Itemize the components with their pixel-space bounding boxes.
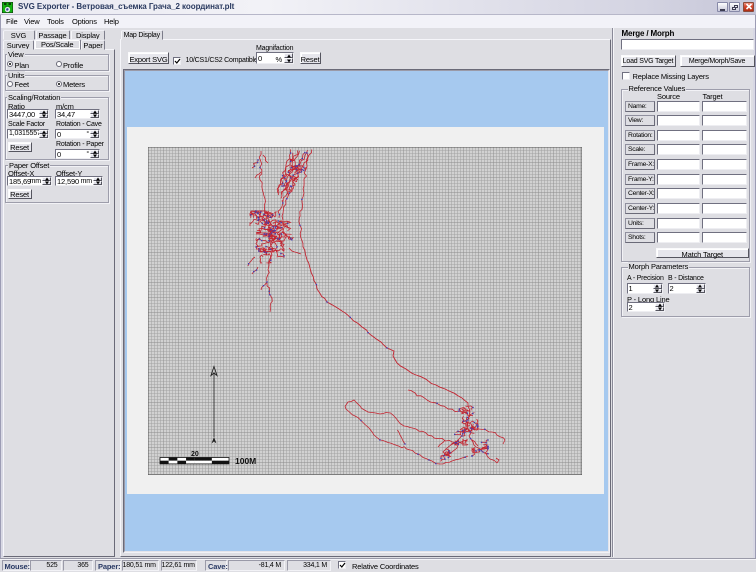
svg-text:20: 20 (191, 451, 199, 458)
svg-text:100M: 100M (235, 456, 256, 466)
